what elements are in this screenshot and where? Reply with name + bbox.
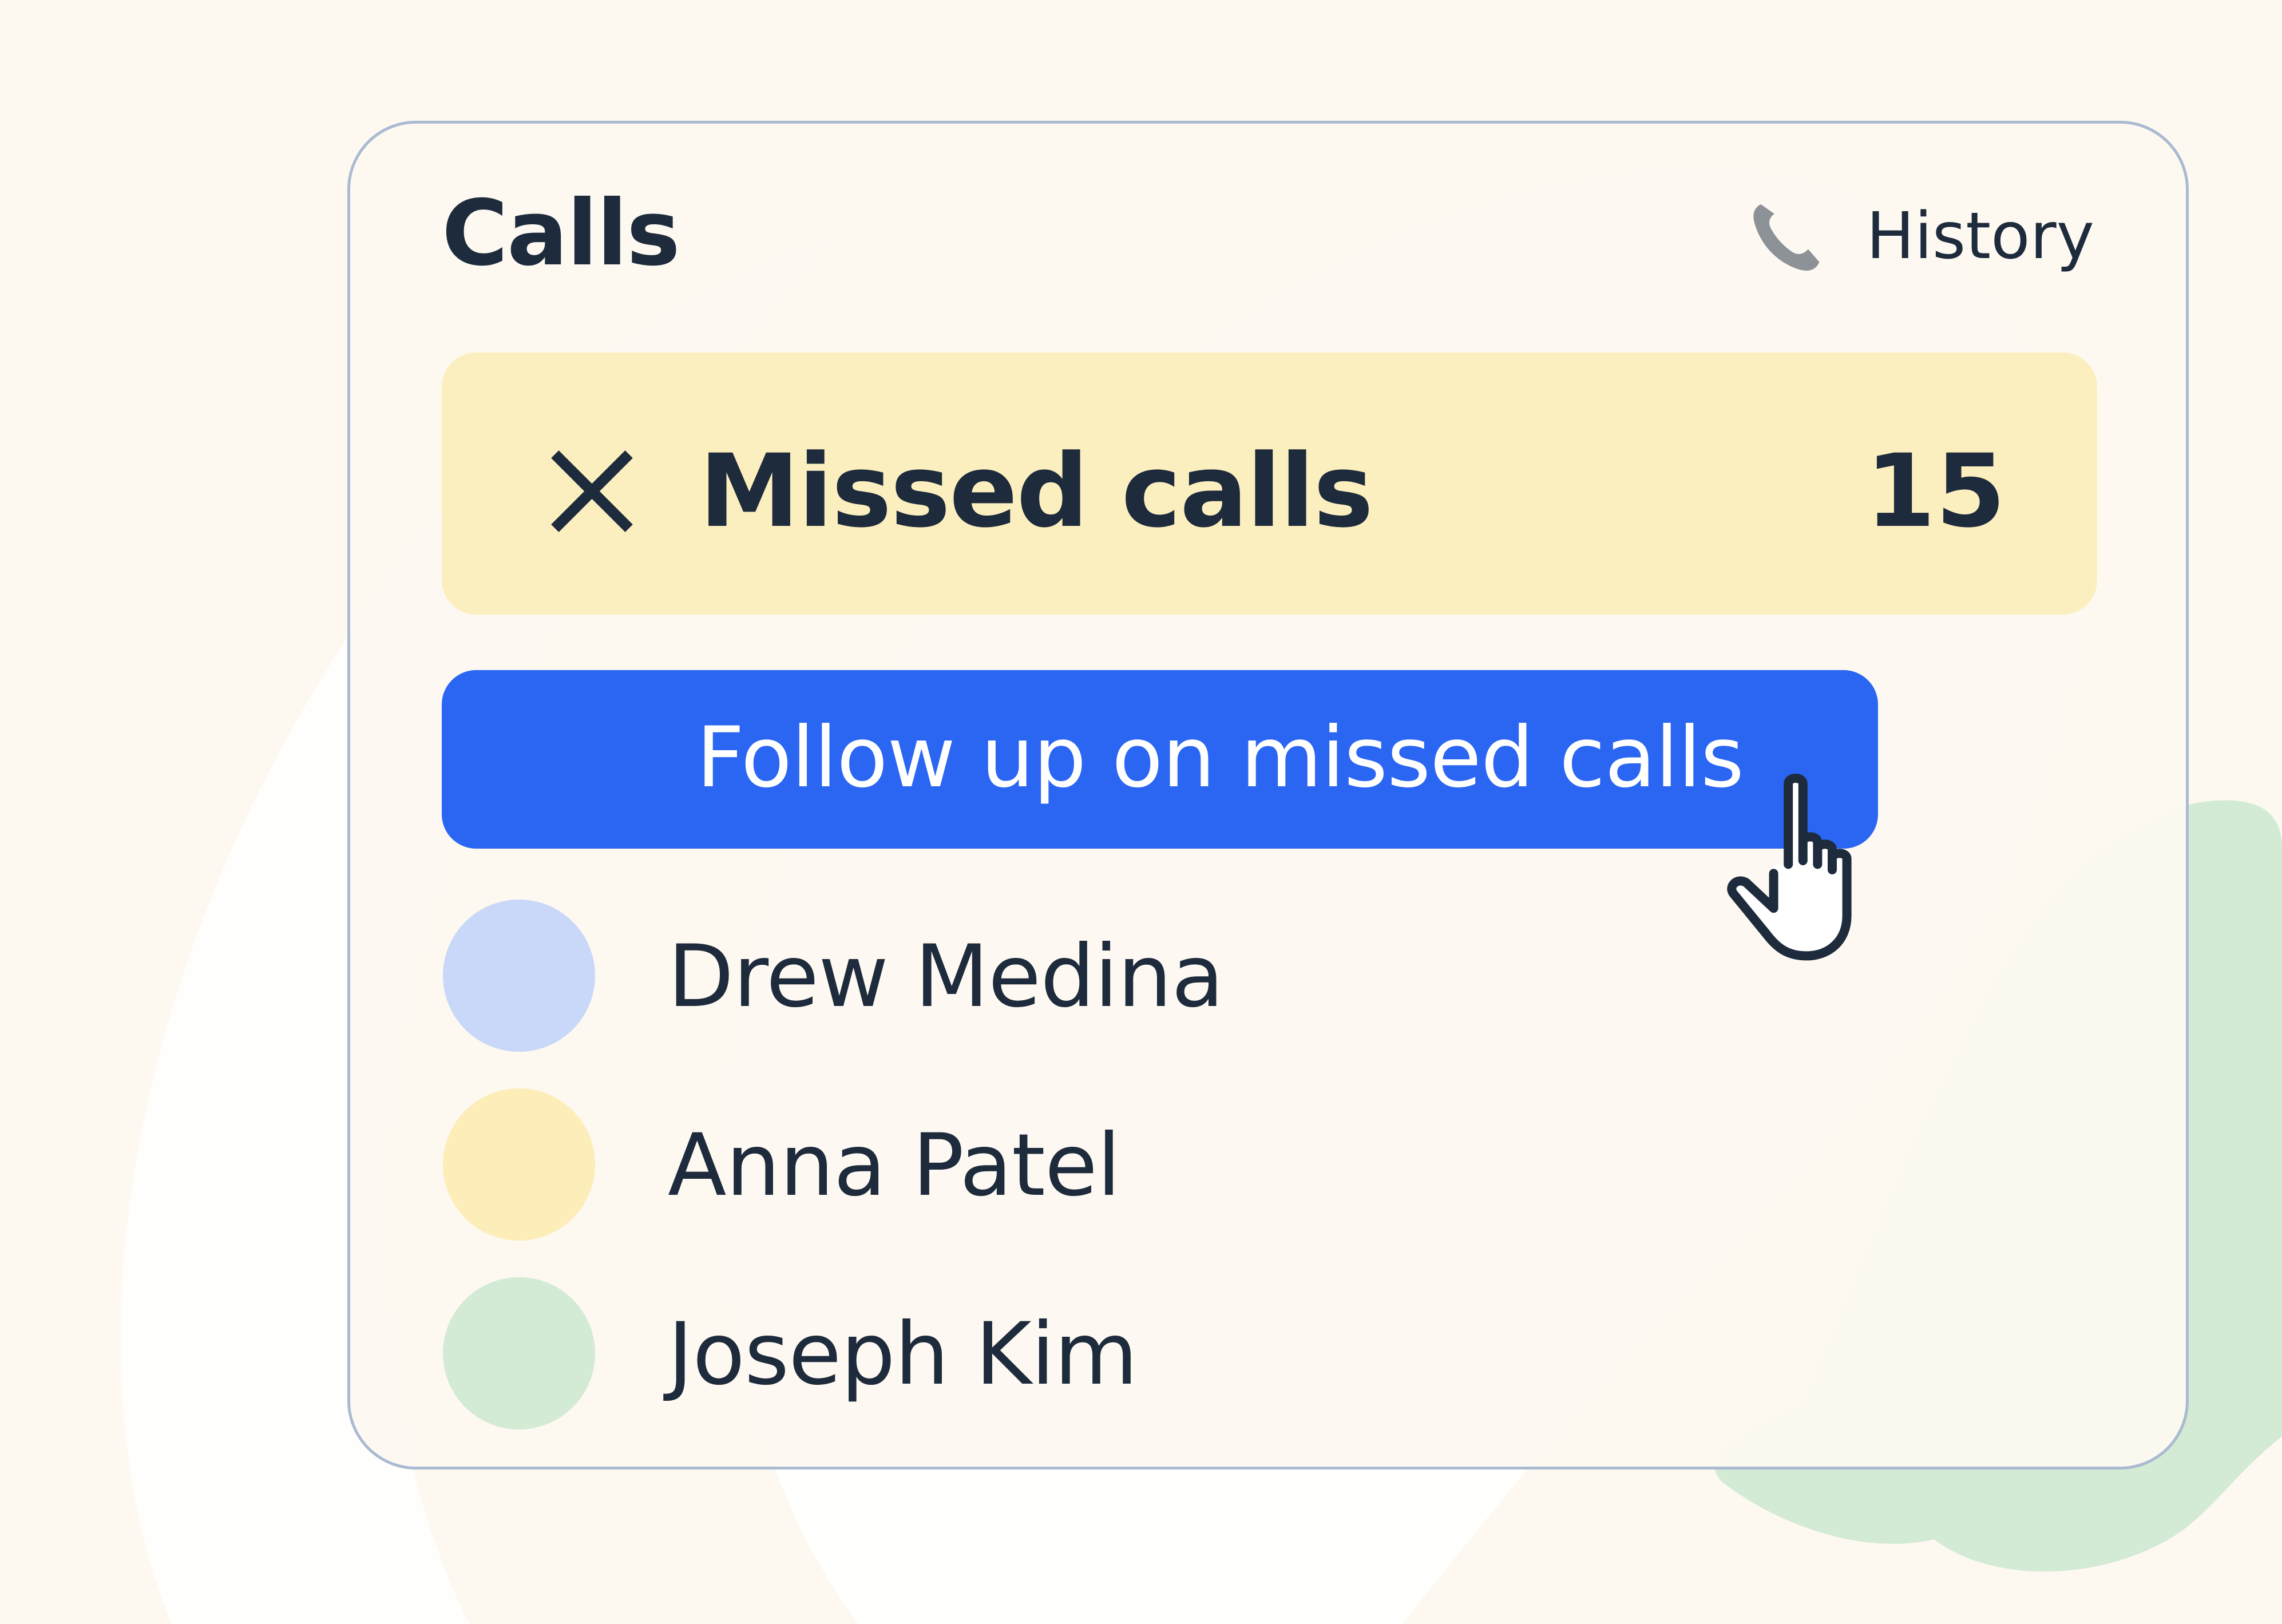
- contact-row-anna-patel[interactable]: Anna Patel: [442, 1088, 1930, 1242]
- calls-card: Calls History Missed calls 15 Follow up …: [347, 121, 2189, 1469]
- close-icon[interactable]: [550, 450, 633, 533]
- contact-row-drew-medina[interactable]: Drew Medina: [442, 900, 1930, 1053]
- contact-row-joseph-kim[interactable]: Joseph Kim: [442, 1277, 1930, 1431]
- phone-icon: [1753, 204, 1819, 271]
- hand-pointer-icon: [1727, 774, 1852, 961]
- missed-calls-count: 15: [1865, 433, 2006, 550]
- history-label: History: [1866, 199, 2094, 274]
- page-title: Calls: [442, 181, 680, 286]
- missed-calls-banner[interactable]: Missed calls 15: [442, 352, 2097, 615]
- avatar: [443, 1088, 595, 1241]
- missed-calls-label: Missed calls: [699, 433, 1373, 550]
- contact-name: Joseph Kim: [668, 1305, 1138, 1404]
- avatar: [443, 1277, 595, 1429]
- follow-up-button-label: Follow up on missed calls: [696, 709, 1744, 806]
- contact-name: Drew Medina: [668, 927, 1224, 1027]
- follow-up-button[interactable]: Follow up on missed calls: [442, 670, 1878, 849]
- avatar: [443, 900, 595, 1052]
- history-link[interactable]: History: [1746, 196, 2094, 276]
- contact-name: Anna Patel: [668, 1116, 1121, 1215]
